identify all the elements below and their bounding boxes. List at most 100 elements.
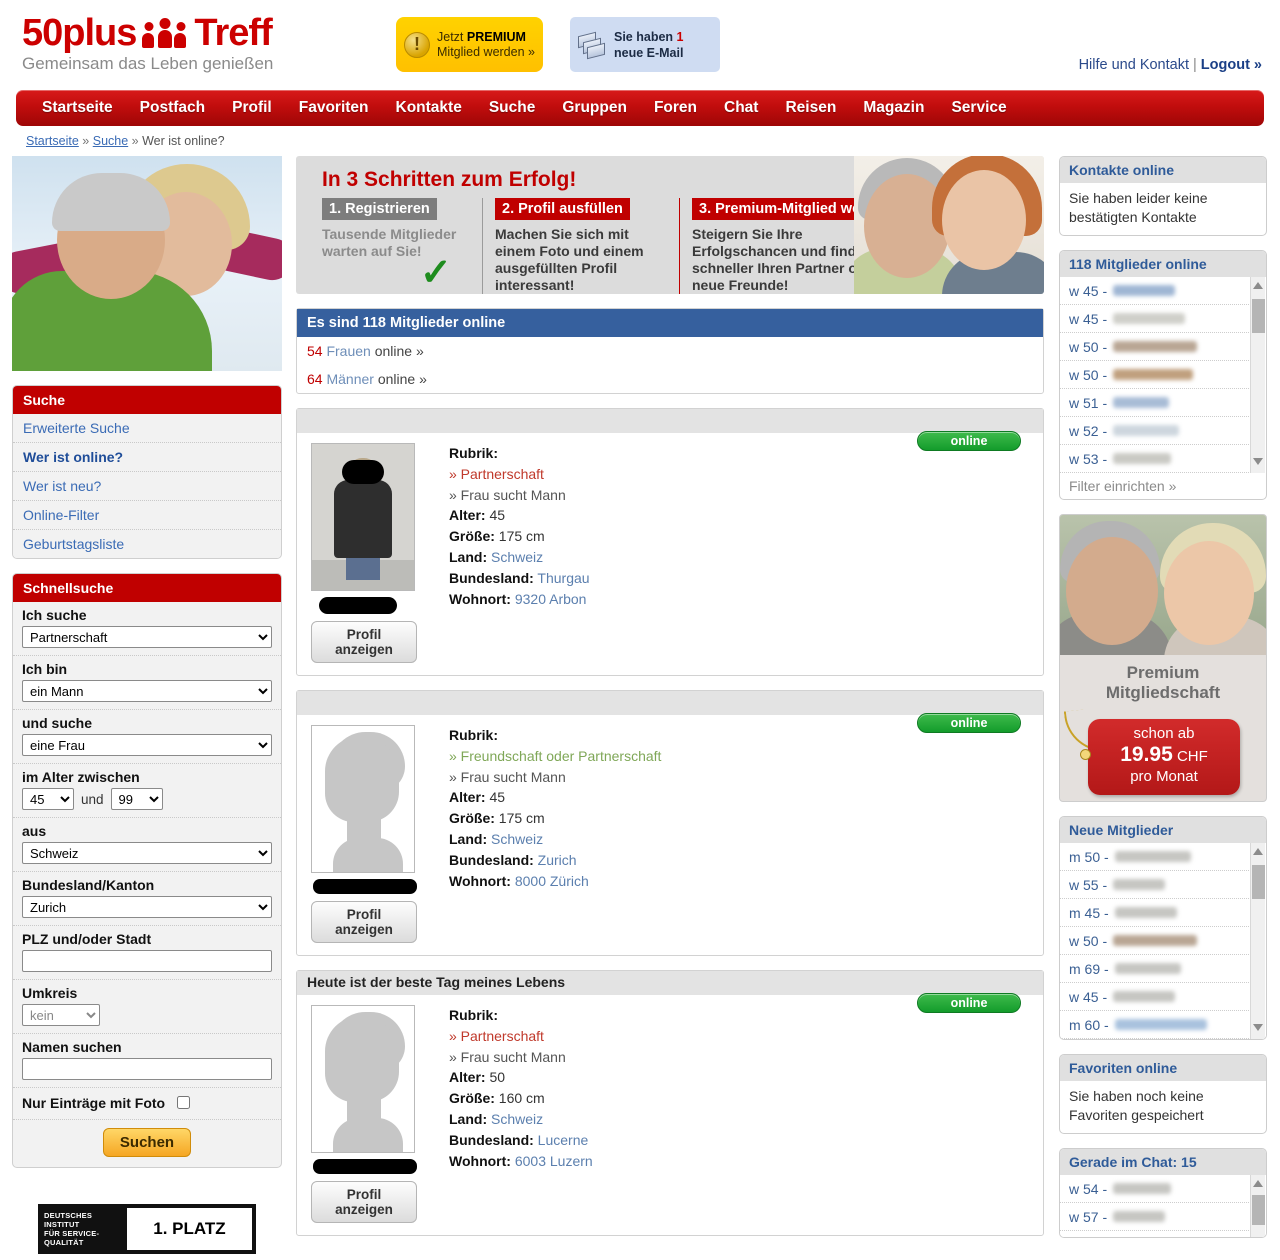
profile-photo[interactable] bbox=[311, 443, 415, 591]
nav-item-service[interactable]: Service bbox=[951, 99, 1006, 117]
list-item[interactable]: m 60 - bbox=[1060, 1011, 1251, 1039]
filter-setup-link[interactable]: Filter einrichten » bbox=[1069, 478, 1176, 494]
site-logo[interactable]: 50plus Treff Gemeinsam das Leben genieße… bbox=[22, 14, 273, 74]
nav-item-magazin[interactable]: Magazin bbox=[863, 99, 924, 117]
list-item[interactable]: w 50 - bbox=[1060, 361, 1251, 389]
list-item[interactable]: w 57 - bbox=[1060, 1203, 1251, 1231]
promo-step-2: 2. Profil ausfüllen Machen Sie sich mit … bbox=[482, 198, 679, 294]
nav-item-kontakte[interactable]: Kontakte bbox=[396, 99, 462, 117]
scroll-down-arrow-icon[interactable] bbox=[1253, 1024, 1264, 1034]
redacted-username bbox=[1114, 1019, 1207, 1030]
frauen-online-link[interactable]: Frauen bbox=[326, 343, 370, 359]
in-chat-list[interactable]: w 54 - w 57 - bbox=[1060, 1175, 1266, 1237]
list-item[interactable]: w 51 - bbox=[1060, 389, 1251, 417]
list-item[interactable]: w 55 - bbox=[1060, 871, 1251, 899]
new-email-button[interactable]: Sie haben 1 neue E-Mail bbox=[570, 17, 720, 72]
mail-line2: neue E-Mail bbox=[614, 45, 684, 60]
nav-item-chat[interactable]: Chat bbox=[724, 99, 758, 117]
field-value[interactable]: Thurgau bbox=[537, 570, 589, 586]
show-profile-button[interactable]: Profil anzeigen bbox=[311, 1181, 417, 1223]
select-und-suche[interactable]: eine Frau bbox=[22, 734, 272, 756]
nav-item-gruppen[interactable]: Gruppen bbox=[562, 99, 627, 117]
field-value[interactable]: Schweiz bbox=[491, 831, 543, 847]
sidebar-item-online-filter[interactable]: Online-Filter bbox=[13, 501, 281, 530]
list-item[interactable]: w 52 - bbox=[1060, 417, 1251, 445]
select-ich-bin[interactable]: ein Mann bbox=[22, 680, 272, 702]
select-bundesland[interactable]: Zurich bbox=[22, 896, 272, 918]
nav-item-favoriten[interactable]: Favoriten bbox=[299, 99, 369, 117]
scroll-thumb[interactable] bbox=[1252, 865, 1265, 899]
scrollbar[interactable] bbox=[1250, 1175, 1265, 1237]
profile-photo-placeholder[interactable] bbox=[311, 1005, 415, 1153]
select-ich-suche[interactable]: Partnerschaft bbox=[22, 626, 272, 648]
scroll-thumb[interactable] bbox=[1252, 1195, 1265, 1225]
premium-ad-box[interactable]: Premium Mitgliedschaft schon ab 19.95 CH… bbox=[1059, 514, 1267, 802]
premium-upsell-button[interactable]: ! Jetzt PREMIUM Mitglied werden » bbox=[396, 17, 543, 72]
show-profile-button[interactable]: Profil anzeigen bbox=[311, 621, 417, 663]
list-item[interactable]: w 45 - bbox=[1060, 305, 1251, 333]
list-item[interactable]: w 45 - bbox=[1060, 277, 1251, 305]
nav-item-reisen[interactable]: Reisen bbox=[785, 99, 836, 117]
search-submit-button[interactable]: Suchen bbox=[102, 1128, 192, 1157]
status-badge: online bbox=[917, 431, 1021, 451]
scroll-up-arrow-icon[interactable] bbox=[1253, 848, 1264, 858]
nav-item-foren[interactable]: Foren bbox=[654, 99, 697, 117]
sidebar-item-wer-ist-online[interactable]: Wer ist online? bbox=[13, 443, 281, 472]
profile-left-column: Profil anzeigen bbox=[311, 725, 435, 943]
field-value[interactable]: 8000 Zürich bbox=[515, 873, 589, 889]
list-item[interactable]: w 50 - bbox=[1060, 927, 1251, 955]
help-contact-link[interactable]: Hilfe und Kontakt bbox=[1079, 57, 1189, 73]
logout-link[interactable]: Logout » bbox=[1201, 57, 1262, 73]
field-value[interactable]: Zurich bbox=[538, 852, 577, 868]
price-value: 19.95 bbox=[1120, 743, 1173, 766]
field-value[interactable]: 9320 Arbon bbox=[515, 591, 587, 607]
list-item[interactable]: w 50 - bbox=[1060, 333, 1251, 361]
field-value[interactable]: Lucerne bbox=[538, 1132, 589, 1148]
checkbox-nur-mit-foto[interactable] bbox=[177, 1096, 191, 1109]
list-item[interactable]: m 45 - bbox=[1060, 899, 1251, 927]
select-land[interactable]: Schweiz bbox=[22, 842, 272, 864]
field-value[interactable]: Schweiz bbox=[491, 1111, 543, 1127]
list-item[interactable]: m 69 - bbox=[1060, 955, 1251, 983]
show-profile-button[interactable]: Profil anzeigen bbox=[311, 901, 417, 943]
scroll-up-arrow-icon[interactable] bbox=[1253, 1180, 1264, 1190]
field-key: Alter: bbox=[449, 507, 486, 524]
rubrik-value-1[interactable]: » Freundschaft oder Partnerschaft bbox=[449, 746, 661, 767]
field-value[interactable]: Schweiz bbox=[491, 549, 543, 565]
nav-item-suche[interactable]: Suche bbox=[489, 99, 536, 117]
list-item[interactable]: w 45 - bbox=[1060, 983, 1251, 1011]
select-alter-bis[interactable]: 99 bbox=[110, 788, 163, 810]
scroll-down-arrow-icon[interactable] bbox=[1253, 458, 1264, 468]
profile-photo-placeholder[interactable] bbox=[311, 725, 415, 873]
breadcrumb-suche[interactable]: Suche bbox=[93, 134, 128, 148]
sidebar-item-geburtstagsliste[interactable]: Geburtstagsliste bbox=[13, 530, 281, 558]
scrollbar[interactable] bbox=[1250, 843, 1265, 1039]
select-alter-von[interactable]: 45 bbox=[22, 788, 74, 810]
members-online-list[interactable]: w 45 - w 45 - w 50 - w 50 - w 51 - w 52 … bbox=[1060, 277, 1266, 473]
field-value: 45 bbox=[489, 789, 506, 806]
scroll-thumb[interactable] bbox=[1252, 299, 1265, 333]
field-value[interactable]: 6003 Luzern bbox=[515, 1153, 593, 1169]
price-currency: CHF bbox=[1176, 748, 1208, 765]
field-key: Größe: bbox=[449, 810, 495, 827]
maenner-online-link[interactable]: Männer bbox=[326, 371, 373, 387]
nav-item-startseite[interactable]: Startseite bbox=[42, 99, 113, 117]
list-item[interactable]: w 54 - bbox=[1060, 1175, 1251, 1203]
rubrik-value-1[interactable]: » Partnerschaft bbox=[449, 1026, 593, 1047]
list-item[interactable]: w 53 - bbox=[1060, 445, 1251, 473]
scrollbar[interactable] bbox=[1250, 277, 1265, 473]
list-item[interactable]: m 50 - bbox=[1060, 843, 1251, 871]
new-members-list[interactable]: m 50 - w 55 - m 45 - w 50 - m 69 - w 45 … bbox=[1060, 843, 1266, 1039]
redacted-username bbox=[1113, 453, 1172, 464]
nav-item-profil[interactable]: Profil bbox=[232, 99, 272, 117]
select-umkreis[interactable]: kein bbox=[22, 1004, 100, 1026]
input-namen-suchen[interactable] bbox=[22, 1058, 272, 1080]
sidebar-item-erweiterte-suche[interactable]: Erweiterte Suche bbox=[13, 414, 281, 443]
scroll-up-arrow-icon[interactable] bbox=[1253, 282, 1264, 292]
nav-item-postfach[interactable]: Postfach bbox=[140, 99, 205, 117]
sidebar-item-wer-ist-neu[interactable]: Wer ist neu? bbox=[13, 472, 281, 501]
rubrik-value-1[interactable]: » Partnerschaft bbox=[449, 464, 590, 485]
input-plz-stadt[interactable] bbox=[22, 950, 272, 972]
breadcrumb-home[interactable]: Startseite bbox=[26, 134, 79, 148]
label-ich-suche: Ich suche bbox=[22, 607, 87, 623]
